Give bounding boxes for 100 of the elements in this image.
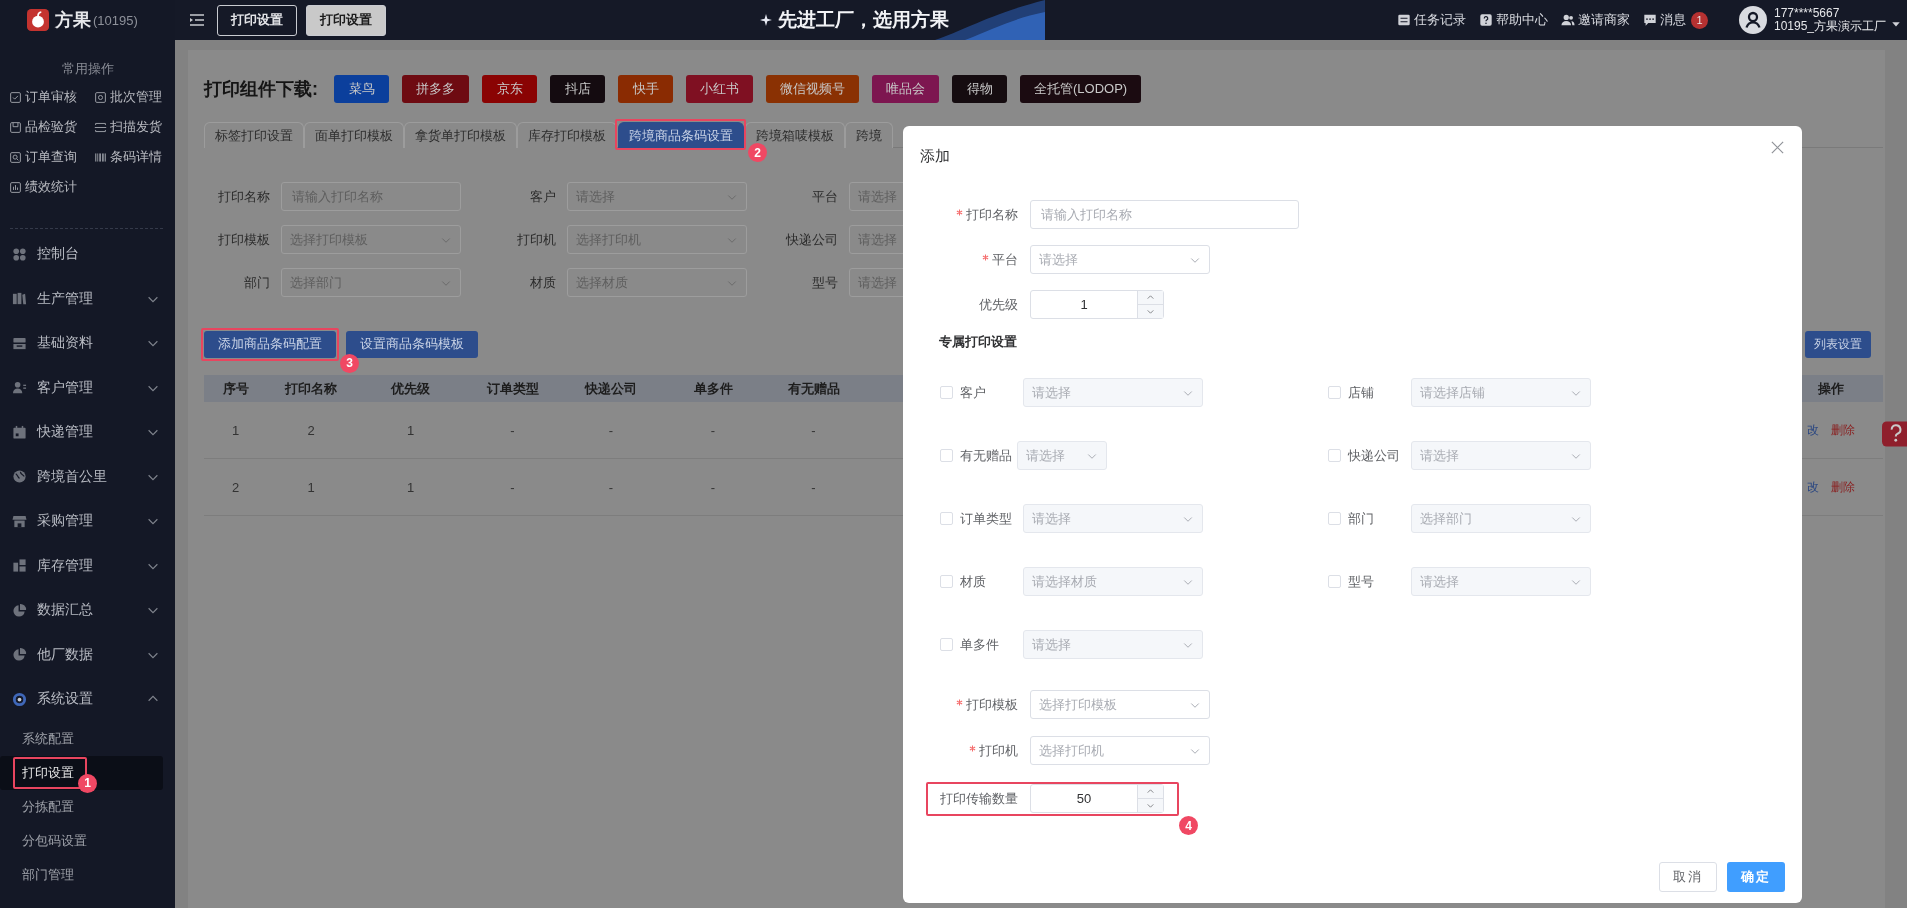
box-icon	[9, 120, 22, 134]
number-field[interactable]: 50	[1030, 784, 1164, 813]
checkbox[interactable]	[940, 638, 953, 651]
download-button[interactable]: 京东	[482, 74, 537, 103]
column-header: 订单类型	[485, 379, 540, 398]
pie-chart-icon	[12, 602, 27, 618]
menu-item[interactable]: 他厂数据	[10, 632, 163, 677]
list-settings-button[interactable]: 列表设置	[1805, 330, 1871, 358]
quick-action-link[interactable]: 品检验货	[9, 114, 94, 140]
option-label: 订单类型	[960, 509, 1012, 528]
menu-item[interactable]: 生产管理	[10, 276, 163, 321]
checkbox[interactable]	[1328, 386, 1341, 399]
menu-item[interactable]: 系统设置	[10, 677, 163, 722]
blocks-icon	[12, 558, 27, 574]
quick-action-link[interactable]: 扫描发货	[94, 114, 175, 140]
checkbox[interactable]	[940, 449, 953, 462]
table-cell-text: -	[509, 422, 516, 438]
tab[interactable]: 拿货单打印模板	[404, 122, 517, 148]
checkbox[interactable]	[1328, 575, 1341, 588]
field-label: 打印模板	[966, 695, 1018, 714]
required-icon	[956, 699, 963, 706]
download-button[interactable]: 得物	[952, 74, 1007, 103]
checkbox[interactable]	[1328, 512, 1341, 525]
action-button[interactable]: 设置商品条码模板	[346, 330, 478, 358]
table-cell-text: 1	[405, 422, 416, 438]
table-cell-text: 2	[306, 422, 316, 438]
close-icon[interactable]	[1770, 139, 1785, 155]
checkbox[interactable]	[1328, 449, 1341, 462]
header-link[interactable]: 任务记录	[1396, 11, 1466, 29]
quick-action-link[interactable]: 订单查询	[9, 144, 94, 170]
header-link[interactable]: 邀请商家	[1560, 11, 1630, 29]
help-icon	[1478, 13, 1493, 27]
filter-label: 型号	[811, 273, 838, 292]
checkbox[interactable]	[940, 386, 953, 399]
field-label: 打印机	[979, 741, 1018, 760]
download-button[interactable]: 快手	[618, 74, 673, 103]
filter-label: 客户	[529, 187, 556, 206]
option-label: 客户	[960, 383, 987, 402]
pie-chart-icon	[12, 647, 27, 663]
tab[interactable]: 跨境箱唛模板	[745, 122, 845, 148]
messages-link[interactable]: 消息 1	[1642, 11, 1708, 29]
menu-item[interactable]: 采购管理	[10, 499, 163, 544]
list-icon	[1396, 13, 1411, 27]
column-header: 操作	[1817, 379, 1845, 398]
menu-item[interactable]: 客户管理	[10, 365, 163, 410]
table-cell-text: 2	[230, 479, 241, 495]
download-button[interactable]: 小红书	[686, 74, 753, 103]
menu-item[interactable]: 数据汇总	[10, 588, 163, 633]
download-button[interactable]: 全托管(LODOP)	[1020, 74, 1142, 103]
option-label: 店铺	[1348, 383, 1375, 402]
user-org: 10195_方果演示工厂	[1773, 20, 1886, 33]
quick-action-link[interactable]: 条码详情	[94, 144, 175, 170]
action-button[interactable]: 添加商品条码配置	[204, 330, 336, 358]
field-label: 打印传输数量	[940, 789, 1018, 808]
table-cell-text: -	[709, 479, 717, 495]
submenu-item[interactable]: 打印设置 1	[0, 755, 163, 790]
books-icon	[12, 291, 27, 307]
menu-icon[interactable]	[188, 12, 206, 28]
count-badge: 1	[1690, 11, 1708, 29]
download-button[interactable]: 抖店	[550, 74, 605, 103]
header-link[interactable]: 帮助中心	[1478, 11, 1548, 29]
slogan: 先进工厂，选用方果	[778, 8, 949, 32]
tab[interactable]: 面单打印模板	[304, 122, 404, 148]
table-cell-text: -	[810, 422, 817, 438]
download-label: 打印组件下载:	[204, 77, 318, 101]
download-button[interactable]: 拼多多	[402, 74, 469, 103]
submenu-item[interactable]: 系统配置	[0, 721, 163, 756]
download-button[interactable]: 菜鸟	[334, 74, 389, 103]
option-label: 材质	[960, 572, 987, 591]
column-header: 序号	[221, 379, 250, 398]
submenu-item[interactable]: 部门管理	[0, 857, 163, 892]
submenu-item[interactable]: 分包码设置	[0, 823, 163, 858]
page-tab[interactable]: 打印设置	[217, 4, 297, 36]
menu-item[interactable]: 库存管理	[10, 543, 163, 588]
column-header: 快递公司	[583, 379, 638, 398]
menu-item[interactable]: 跨境首公里	[10, 454, 163, 499]
tab[interactable]: 标签打印设置	[204, 122, 304, 148]
field-label: 平台	[992, 250, 1018, 269]
sparkle-icon	[760, 14, 772, 26]
barcode-icon	[94, 150, 107, 164]
page-tab[interactable]: 打印设置	[306, 4, 386, 36]
quick-action-link[interactable]: 绩效统计	[9, 174, 94, 200]
download-button[interactable]: 唯品会	[872, 74, 939, 103]
tab[interactable]: 跨境商品条码设置	[618, 122, 744, 148]
download-button[interactable]: 微信视频号	[766, 74, 859, 103]
filter-label: 快递公司	[785, 230, 838, 249]
quick-action-link[interactable]: 批次管理	[94, 84, 175, 110]
store-icon	[12, 513, 27, 529]
cancel-button[interactable]: 取消	[1659, 862, 1717, 892]
checkbox[interactable]	[940, 512, 953, 525]
caret-icon[interactable]	[1891, 19, 1901, 29]
checkbox[interactable]	[940, 575, 953, 588]
menu-item[interactable]: 基础资料	[10, 321, 163, 366]
menu-item[interactable]: 控制台	[10, 232, 163, 277]
quick-action-link[interactable]: 订单审核	[9, 84, 94, 110]
number-field[interactable]: 1	[1030, 290, 1164, 319]
menu-item[interactable]: 快递管理	[10, 410, 163, 455]
tab[interactable]: 跨境	[845, 122, 893, 148]
column-header: 优先级	[389, 379, 431, 398]
tab[interactable]: 库存打印模板	[517, 122, 617, 148]
